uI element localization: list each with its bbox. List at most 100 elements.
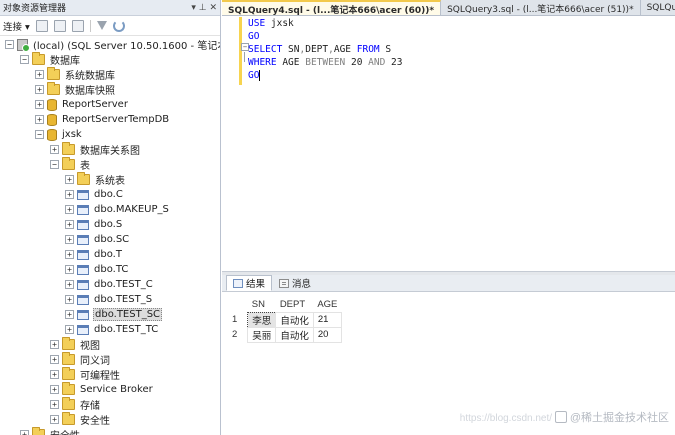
expand-icon[interactable]: + (65, 310, 74, 319)
expand-icon[interactable]: + (65, 295, 74, 304)
tree-node-label: 安全性 (80, 416, 110, 427)
tree-node[interactable]: + 安全性 (50, 412, 111, 427)
tree-node[interactable]: + ReportServer (35, 97, 129, 112)
expand-icon[interactable]: + (50, 370, 59, 379)
tree-node[interactable]: − (local) (SQL Server 10.50.1600 - 笔记本666… (5, 37, 220, 52)
expand-icon[interactable]: + (65, 280, 74, 289)
expand-icon[interactable]: + (65, 265, 74, 274)
tab-messages[interactable]: 消息 (272, 275, 318, 291)
expand-icon[interactable]: + (65, 205, 74, 214)
expand-icon[interactable]: + (65, 175, 74, 184)
tree-node[interactable]: + 视图 (50, 337, 101, 352)
tree-node[interactable]: + dbo.T (65, 247, 123, 262)
tree-node[interactable]: + 系统表 (65, 172, 126, 187)
expand-icon[interactable]: + (65, 250, 74, 259)
tab-results[interactable]: 结果 (226, 275, 273, 291)
expand-icon[interactable]: + (35, 85, 44, 94)
collapse-icon[interactable]: − (50, 160, 59, 169)
tree-node[interactable]: + dbo.S (65, 217, 123, 232)
results-grid[interactable]: SN DEPT AGE 1 李思 自动化 21 2 吴丽 自动化 20 (228, 297, 342, 343)
toolbar-divider (89, 19, 91, 32)
expand-icon[interactable]: + (35, 100, 44, 109)
tree-node[interactable]: + 系统数据库 (35, 67, 116, 82)
table-row[interactable]: 2 吴丽 自动化 20 (228, 326, 342, 343)
expand-icon[interactable]: + (35, 70, 44, 79)
tree-node[interactable]: + 存储 (50, 397, 101, 412)
tree-node[interactable]: + 安全性 (20, 427, 81, 435)
tree-node-label: dbo.S (94, 219, 123, 230)
document-tab[interactable]: SQLQuery4.sql - (l...笔记本666\acer (60))* (222, 0, 442, 15)
column-header[interactable]: AGE (313, 297, 341, 312)
tree-node[interactable]: + 数据库快照 (35, 82, 116, 97)
expand-icon[interactable]: + (50, 400, 59, 409)
row-number[interactable]: 1 (228, 312, 248, 327)
tree-node-label: 同义词 (80, 356, 110, 367)
document-tab[interactable]: SQLQuery2.s (641, 0, 675, 15)
grid-cell[interactable]: 20 (312, 326, 342, 343)
tree-node[interactable]: + dbo.C (65, 187, 124, 202)
grid-cell[interactable]: 自动化 (275, 326, 314, 343)
refresh-icon[interactable] (112, 19, 125, 32)
table-icon (77, 234, 89, 245)
connect-object-icon[interactable] (35, 19, 48, 32)
text-caret (259, 70, 261, 81)
expand-icon[interactable]: + (50, 145, 59, 154)
tree-node[interactable]: + 同义词 (50, 352, 111, 367)
tree-node-label: (local) (SQL Server 10.50.1600 - 笔记本666\ (33, 41, 220, 52)
folder-icon (62, 412, 75, 425)
disconnect-icon[interactable] (53, 19, 66, 32)
expand-icon[interactable]: + (50, 415, 59, 424)
column-header[interactable]: DEPT (276, 297, 314, 312)
expand-icon[interactable]: + (35, 115, 44, 124)
results-tab-strip: 结果 消息 (222, 275, 675, 292)
tree-node-label: 存储 (80, 401, 100, 412)
tree-node[interactable]: + dbo.TEST_TC (65, 322, 159, 337)
tree-node[interactable]: + ReportServerTempDB (35, 112, 170, 127)
expand-icon[interactable]: + (65, 190, 74, 199)
panel-pin-close-icons[interactable]: ▾ ⊥ ✕ (191, 3, 217, 13)
column-header[interactable]: SN (248, 297, 276, 312)
collapse-icon[interactable]: − (20, 55, 29, 64)
table-row[interactable]: 1 李思 自动化 21 (228, 311, 342, 328)
tree-node[interactable]: − 表 (50, 157, 91, 172)
folder-icon (62, 142, 75, 155)
tree-node[interactable]: + dbo.MAKEUP_S (65, 202, 170, 217)
expand-icon[interactable]: + (65, 325, 74, 334)
collapse-icon[interactable]: − (35, 130, 44, 139)
folder-icon (62, 352, 75, 365)
tree-node[interactable]: − jxsk (35, 127, 83, 142)
grid-cell[interactable]: 吴丽 (247, 326, 277, 343)
results-pane: 结果 消息 SN DEPT AGE 1 李思 自动化 21 2 吴丽 自动化 2… (222, 275, 675, 435)
tree-node-label: dbo.TEST_SC (93, 308, 163, 321)
filter-icon[interactable] (96, 21, 107, 30)
tree-node[interactable]: + Service Broker (50, 382, 154, 397)
expand-icon[interactable]: + (50, 340, 59, 349)
tree-node[interactable]: + dbo.TC (65, 262, 129, 277)
code-line-2: GO (248, 30, 259, 43)
tree-node[interactable]: + 数据库关系图 (50, 142, 141, 157)
grid-cell[interactable]: 21 (312, 311, 342, 328)
query-editor[interactable]: − USE jxsk GO SELECT SN,DEPT,AGE FROM S … (222, 17, 675, 271)
tree-node-label: 数据库 (50, 56, 80, 67)
expand-icon[interactable]: + (50, 355, 59, 364)
tree-node[interactable]: + dbo.TEST_C (65, 277, 154, 292)
tree-node[interactable]: + dbo.TEST_S (65, 292, 153, 307)
tree-node-label: 数据库关系图 (80, 146, 140, 157)
outline-guide (244, 52, 245, 62)
expand-icon[interactable]: + (50, 385, 59, 394)
document-tab[interactable]: SQLQuery3.sql - (l...笔记本666\acer (51))* (441, 0, 641, 15)
expand-icon[interactable]: + (65, 235, 74, 244)
tree-node[interactable]: + 可编程性 (50, 367, 121, 382)
tree-node[interactable]: − 数据库 (20, 52, 81, 67)
grid-cell[interactable]: 李思 (247, 311, 277, 328)
grid-cell[interactable]: 自动化 (275, 311, 314, 328)
collapse-icon[interactable]: − (5, 40, 14, 49)
tree-node[interactable]: + dbo.TEST_SC (65, 307, 163, 322)
row-number[interactable]: 2 (228, 327, 248, 342)
expand-icon[interactable]: + (20, 430, 29, 435)
stop-icon[interactable] (71, 19, 84, 32)
tree-node[interactable]: + dbo.SC (65, 232, 130, 247)
expand-icon[interactable]: + (65, 220, 74, 229)
folder-icon (62, 157, 75, 170)
connect-button[interactable]: 连接 ▾ (3, 19, 30, 33)
